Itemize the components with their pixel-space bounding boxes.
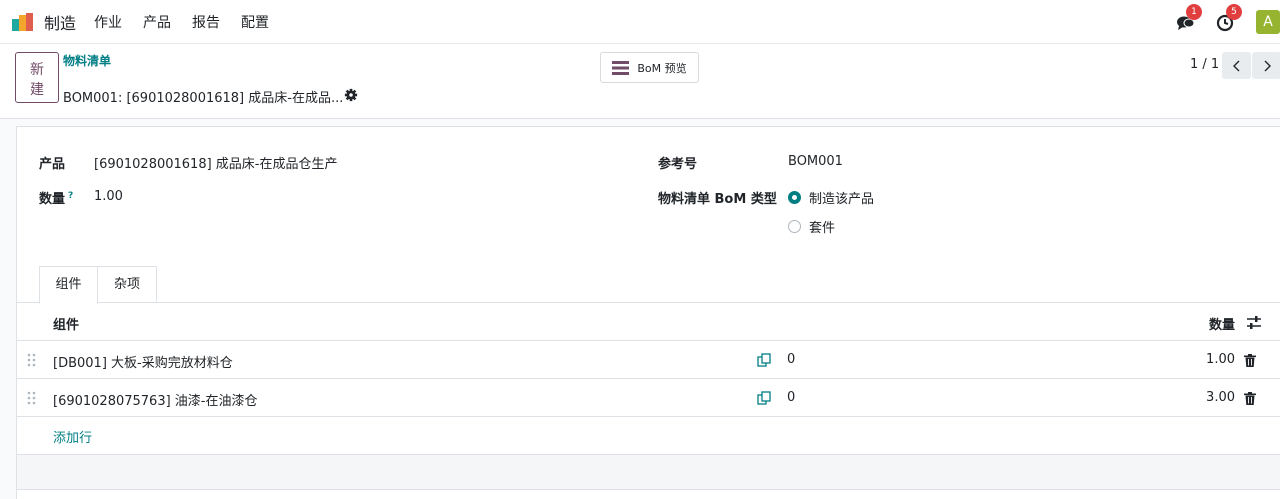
new-button[interactable]: 新 建	[15, 52, 59, 103]
quantity-label: 数量?	[39, 190, 74, 207]
new-button-label-2: 建	[30, 82, 44, 98]
messages-count-badge: 1	[1186, 4, 1202, 20]
bom-type-radio-manufacture[interactable]: 制造该产品	[788, 188, 874, 207]
form-sheet: 产品 [6901028001618] 成品床-在成品仓生产 数量? 1.00 参…	[16, 126, 1280, 499]
row-quantity[interactable]: 3.00	[1206, 390, 1235, 405]
radio-selected-indicator	[788, 191, 801, 204]
trash-icon[interactable]	[1244, 354, 1256, 367]
menu-item-products[interactable]: 产品	[143, 12, 171, 32]
row-component[interactable]: [DB001] 大板-采购完放材料仓	[53, 352, 233, 371]
trash-icon[interactable]	[1244, 392, 1256, 405]
record-title: BOM001: [6901028001618] 成品床-在成品...	[63, 91, 344, 106]
navbar-systray: 1 5 A	[1176, 0, 1280, 44]
bom-preview-label: BoM 预览	[637, 61, 687, 75]
table-row[interactable]: [6901028075763] 油漆-在油漆仓 0 3.00	[17, 379, 1280, 417]
components-table-header: 组件 数量	[17, 303, 1280, 341]
menu-item-operations[interactable]: 作业	[94, 12, 122, 32]
top-navbar: 制造 作业 产品 报告 配置 1 5 A	[0, 0, 1280, 44]
drag-handle-icon[interactable]	[27, 391, 37, 405]
copy-icon[interactable]	[757, 391, 771, 405]
reference-field[interactable]: BOM001	[788, 154, 843, 169]
app-brand[interactable]: 制造	[12, 10, 76, 34]
pager-value[interactable]: 1 / 1	[1190, 57, 1219, 72]
drag-handle-icon[interactable]	[27, 353, 37, 367]
row-quantity[interactable]: 1.00	[1206, 352, 1235, 367]
chevron-left-icon	[1232, 60, 1239, 71]
pager-next-button[interactable]	[1252, 52, 1280, 79]
product-field[interactable]: [6901028001618] 成品床-在成品仓生产	[94, 153, 338, 172]
row-component[interactable]: [6901028075763] 油漆-在油漆仓	[53, 390, 258, 409]
column-header-quantity[interactable]: 数量	[1209, 314, 1235, 333]
chevron-right-icon	[1264, 60, 1271, 71]
bars-icon	[612, 60, 630, 75]
app-name: 制造	[44, 13, 77, 33]
pager-previous-button[interactable]	[1222, 52, 1251, 79]
gear-icon[interactable]	[344, 88, 358, 102]
radio-label: 套件	[809, 221, 836, 236]
tab-miscellaneous[interactable]: 杂项	[98, 266, 157, 303]
control-panel: 新 建 物料清单 BOM001: [6901028001618] 成品床-在成品…	[0, 44, 1280, 119]
breadcrumb-bom-list[interactable]: 物料清单	[63, 52, 111, 69]
table-footer	[17, 454, 1280, 490]
reference-label: 参考号	[658, 157, 698, 172]
bom-type-label: 物料清单 BoM 类型	[658, 192, 777, 207]
quantity-help-icon[interactable]: ?	[68, 191, 73, 201]
bom-preview-button[interactable]: BoM 预览	[600, 52, 699, 83]
messages-button[interactable]: 1	[1176, 4, 1202, 32]
copy-icon[interactable]	[757, 353, 771, 367]
row-available: 0	[787, 352, 796, 367]
optional-columns-icon[interactable]	[1247, 316, 1261, 329]
user-avatar[interactable]: A	[1256, 10, 1280, 34]
quantity-field[interactable]: 1.00	[94, 189, 123, 204]
main-menu: 作业 产品 报告 配置	[94, 12, 290, 32]
radio-label: 制造该产品	[809, 192, 875, 207]
menu-item-reporting[interactable]: 报告	[192, 12, 220, 32]
table-row[interactable]: [DB001] 大板-采购完放材料仓 0 1.00	[17, 341, 1280, 379]
product-label: 产品	[39, 157, 66, 172]
row-available: 0	[787, 390, 796, 405]
tab-components[interactable]: 组件	[39, 266, 98, 304]
menu-item-configuration[interactable]: 配置	[241, 12, 269, 32]
manufacturing-app-icon	[12, 12, 36, 31]
column-header-component[interactable]: 组件	[53, 314, 79, 333]
bom-type-radio-kit[interactable]: 套件	[788, 217, 835, 236]
radio-unselected-indicator	[788, 220, 801, 233]
new-button-label-1: 新	[30, 62, 44, 78]
activities-button[interactable]: 5	[1216, 4, 1242, 32]
notebook-tabs: 组件 杂项	[17, 266, 1280, 304]
add-line-link[interactable]: 添加行	[53, 427, 92, 446]
activities-count-badge: 5	[1226, 4, 1242, 20]
